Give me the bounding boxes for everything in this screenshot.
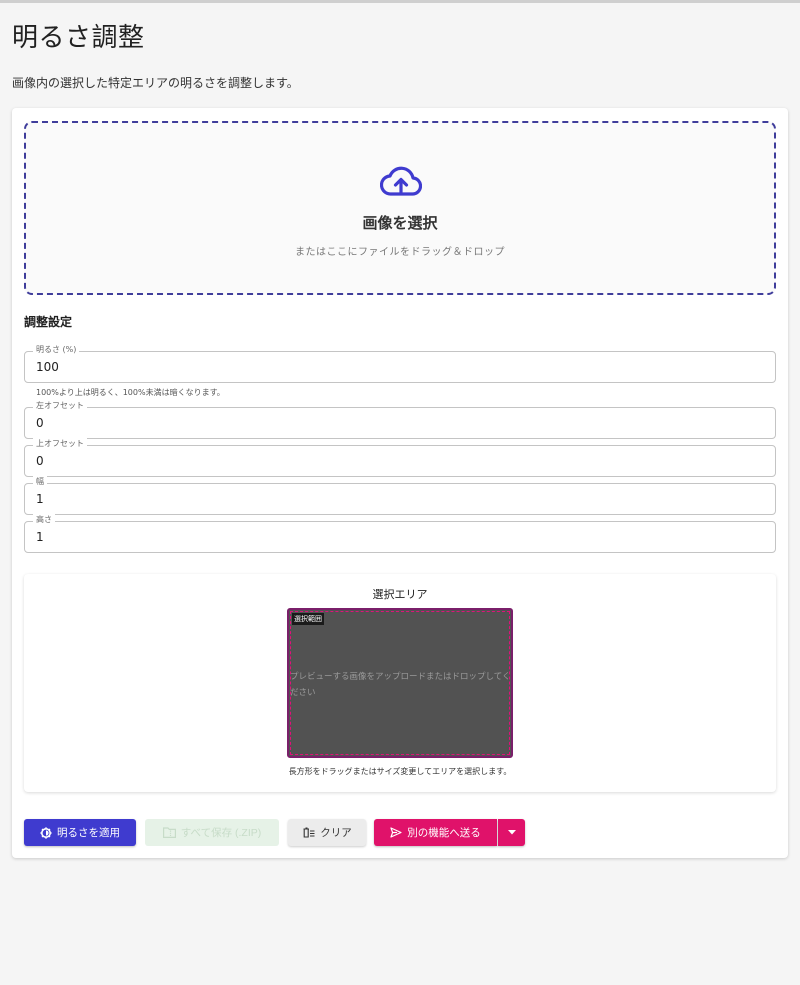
- top-offset-label: 上オフセット: [33, 438, 87, 450]
- apply-brightness-button[interactable]: 明るさを適用: [24, 819, 136, 846]
- dropzone-subtitle: またはここにファイルをドラッグ＆ドロップ: [295, 247, 505, 258]
- send-options-dropdown-button[interactable]: [498, 819, 525, 846]
- clear-list-icon: [303, 827, 315, 838]
- top-offset-value[interactable]: 0: [36, 454, 44, 468]
- image-dropzone[interactable]: 画像を選択 またはここにファイルをドラッグ＆ドロップ: [24, 121, 776, 295]
- send-label: 別の機能へ送る: [407, 827, 481, 839]
- apply-brightness-label: 明るさを適用: [57, 827, 120, 839]
- send-to-other-feature-button[interactable]: 別の機能へ送る: [374, 819, 497, 846]
- save-all-label: すべて保存 (.ZIP): [180, 827, 262, 839]
- selection-hint: 長方形をドラッグまたはサイズ変更してエリアを選択します。: [288, 767, 512, 776]
- selection-area-title: 選択エリア: [372, 588, 428, 601]
- send-icon: [390, 827, 402, 838]
- cloud-upload-icon: [380, 166, 422, 196]
- preview-placeholder-text: プレビューする画像をアップロードまたはドロップしてください: [290, 672, 511, 698]
- brightness-value[interactable]: 100: [36, 360, 59, 374]
- width-value[interactable]: 1: [36, 492, 44, 506]
- clear-label: クリア: [320, 827, 352, 839]
- height-label: 高さ: [33, 514, 55, 526]
- image-preview[interactable]: 選択範囲 プレビューする画像をアップロードまたはドロップしてください: [287, 608, 513, 758]
- height-field[interactable]: 高さ 1: [24, 514, 776, 553]
- height-value[interactable]: 1: [36, 530, 44, 544]
- folder-zip-icon: [162, 827, 176, 838]
- page-description: 画像内の選択した特定エリアの明るさを調整します。: [12, 76, 299, 90]
- width-field[interactable]: 幅 1: [24, 476, 776, 515]
- brightness-helper-text: 100%より上は明るく、100%未満は暗くなります。: [36, 388, 225, 397]
- width-label: 幅: [33, 476, 47, 488]
- select-image-title[interactable]: 画像を選択: [26, 212, 774, 233]
- brightness-field[interactable]: 明るさ (%) 100: [24, 344, 776, 383]
- clear-button[interactable]: クリア: [288, 819, 366, 846]
- brightness-icon: [40, 826, 52, 839]
- caret-down-icon: [507, 830, 516, 835]
- brightness-label: 明るさ (%): [33, 344, 80, 356]
- selection-tag: 選択範囲: [292, 613, 324, 625]
- settings-title: 調整設定: [24, 315, 73, 329]
- save-all-zip-button[interactable]: すべて保存 (.ZIP): [145, 819, 279, 846]
- left-offset-field[interactable]: 左オフセット 0: [24, 400, 776, 439]
- left-offset-value[interactable]: 0: [36, 416, 44, 430]
- left-offset-label: 左オフセット: [33, 400, 87, 412]
- page-title: 明るさ調整: [12, 23, 145, 53]
- selection-area-panel: 選択エリア 選択範囲 プレビューする画像をアップロードまたはドロップしてください…: [24, 574, 776, 792]
- top-offset-field[interactable]: 上オフセット 0: [24, 438, 776, 477]
- main-card: 画像を選択 またはここにファイルをドラッグ＆ドロップ 調整設定 明るさ (%) …: [12, 108, 788, 858]
